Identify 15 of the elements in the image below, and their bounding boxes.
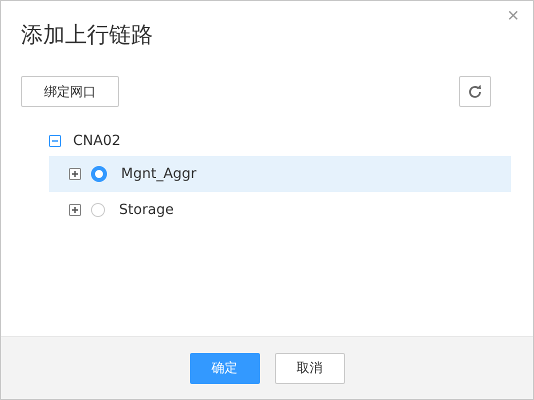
cancel-button[interactable]: 取消 (274, 352, 344, 384)
tree-node-label: Storage (119, 202, 174, 218)
radio-button[interactable] (91, 203, 105, 217)
refresh-button[interactable] (459, 76, 491, 107)
bind-port-button[interactable]: 绑定网口 (21, 76, 119, 107)
tree-row[interactable]: Storage (49, 192, 511, 228)
tree-node-label[interactable]: CNA02 (73, 133, 121, 149)
radio-button[interactable] (91, 166, 107, 182)
tree-node-label: Mgnt_Aggr (121, 166, 196, 182)
expand-icon[interactable] (69, 204, 81, 216)
collapse-icon[interactable] (49, 135, 61, 147)
expand-icon[interactable] (69, 168, 81, 180)
tree-row[interactable]: Mgnt_Aggr (49, 156, 511, 192)
dialog-title: 添加上行链路 (21, 22, 154, 50)
refresh-icon (467, 84, 483, 100)
